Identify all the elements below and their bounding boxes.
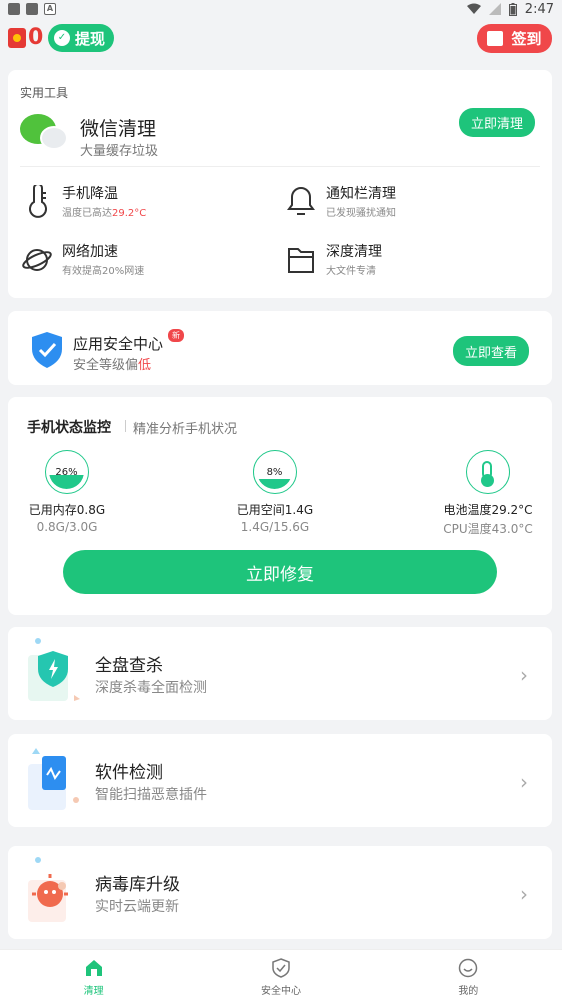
nav-mine[interactable]: 我的: [375, 950, 562, 999]
feature-desc: 智能扫描恶意插件: [95, 787, 207, 803]
nav-label: 我的: [458, 986, 479, 997]
app-notification-icon: [26, 3, 38, 15]
monitor-subtitle: 精准分析手机状况: [133, 422, 238, 437]
feature-full-scan[interactable]: 全盘查杀 深度杀毒全面检测 ›: [8, 627, 552, 720]
repair-now-button[interactable]: 立即修复: [63, 550, 497, 594]
new-badge: 新: [168, 329, 184, 342]
tool-name: 通知栏清理: [326, 186, 396, 202]
memory-gauge: 26%: [45, 450, 89, 494]
security-level: 安全等级偏低: [73, 358, 152, 373]
tool-desc: 温度已高达29.2°C: [62, 208, 147, 219]
storage-percent: 8%: [266, 467, 283, 478]
tool-notification-clean[interactable]: 通知栏清理 已发现骚扰通知: [286, 183, 526, 223]
wechat-clean-title[interactable]: 微信清理: [80, 114, 156, 141]
tool-deep-clean[interactable]: 深度清理 大文件专清: [286, 241, 526, 281]
title-separator: [125, 420, 126, 432]
chevron-right-icon: ›: [520, 663, 528, 687]
battery-temp: 电池温度29.2°C: [443, 503, 533, 517]
planet-icon: [22, 249, 52, 271]
bell-icon: [287, 186, 315, 215]
thermometer-icon: [29, 185, 47, 218]
cpu-temp: CPU温度43.0°C: [443, 522, 533, 536]
battery-icon: [508, 2, 517, 16]
security-center-card[interactable]: 应用安全中心 新 安全等级偏低 立即查看: [8, 311, 552, 385]
signin-label: 签到: [511, 30, 542, 48]
shield-icon: [272, 958, 290, 978]
check-icon: ✓: [54, 30, 70, 46]
memory-total: 0.8G/3.0G: [36, 520, 98, 534]
home-icon: [85, 960, 102, 976]
feature-desc: 实时云端更新: [95, 899, 179, 915]
folder-icon: [288, 248, 314, 273]
feature-name: 病毒库升级: [95, 875, 180, 895]
feature-name: 软件检测: [95, 763, 163, 783]
monitor-title: 手机状态监控: [27, 420, 111, 436]
bottom-navigation: 清理 安全中心 我的: [0, 949, 562, 999]
memory-used: 已用内存0.8G: [28, 503, 106, 517]
divider: [20, 166, 540, 167]
nav-label: 清理: [83, 986, 104, 997]
nav-label: 安全中心: [260, 986, 301, 997]
a-notification-icon: A: [44, 3, 56, 15]
app-notification-icon: [8, 3, 20, 15]
status-bar: A 2:47: [0, 0, 562, 18]
smile-icon: [459, 958, 478, 978]
section-title: 实用工具: [20, 86, 69, 100]
thermometer-icon: [466, 450, 510, 494]
shield-bolt-icon: [28, 638, 80, 701]
storage-used: 已用空间1.4G: [236, 503, 314, 517]
feature-desc: 深度杀毒全面检测: [95, 680, 207, 696]
storage-total: 1.4G/15.6G: [240, 520, 310, 534]
memory-percent: 26%: [55, 467, 78, 478]
security-title: 应用安全中心: [73, 335, 164, 353]
tool-name: 手机降温: [62, 186, 118, 202]
top-bar: 0 ✓ 提现 签到: [0, 22, 562, 56]
virus-icon: [28, 857, 68, 922]
tool-desc: 大文件专清: [326, 266, 376, 277]
wechat-icon: [20, 112, 70, 156]
withdraw-button[interactable]: ✓ 提现: [48, 24, 114, 52]
notification-icons: A: [8, 3, 56, 15]
clean-now-button[interactable]: 立即清理: [459, 108, 535, 137]
clock: 2:47: [524, 1, 554, 17]
signin-button[interactable]: 签到: [477, 24, 552, 53]
phone-scan-icon: [28, 748, 79, 810]
tool-desc: 有效提高20%网速: [62, 266, 145, 277]
tools-card: 实用工具 微信清理 大量缓存垃圾 立即清理 手机降温 温度已高达29.2°C 通…: [8, 70, 552, 298]
coin-count: 0: [28, 25, 44, 50]
phone-status-card: 手机状态监控 精准分析手机状况 26% 已用内存0.8G 0.8G/3.0G 8…: [8, 397, 552, 615]
calendar-icon: [487, 31, 504, 46]
tool-network-boost[interactable]: 网络加速 有效提高20%网速: [22, 241, 262, 281]
storage-gauge: 8%: [253, 450, 297, 494]
withdraw-label: 提现: [75, 29, 106, 48]
feature-name: 全盘查杀: [95, 656, 163, 676]
shield-check-icon: [32, 332, 62, 368]
chevron-right-icon: ›: [520, 770, 528, 794]
no-signal-icon: [488, 3, 501, 15]
feature-virus-db-update[interactable]: 病毒库升级 实时云端更新 ›: [8, 846, 552, 939]
tool-phone-cooling[interactable]: 手机降温 温度已高达29.2°C: [22, 183, 262, 223]
nav-security-center[interactable]: 安全中心: [187, 950, 374, 999]
feature-app-check[interactable]: 软件检测 智能扫描恶意插件 ›: [8, 734, 552, 827]
view-now-button[interactable]: 立即查看: [453, 336, 529, 366]
red-packet-icon[interactable]: [8, 28, 26, 48]
wifi-icon: [466, 3, 481, 14]
system-icons: 2:47: [466, 1, 554, 17]
nav-clean[interactable]: 清理: [0, 950, 187, 999]
tool-name: 网络加速: [62, 244, 118, 260]
wechat-clean-subtitle: 大量缓存垃圾: [80, 144, 159, 159]
tool-name: 深度清理: [326, 244, 382, 260]
chevron-right-icon: ›: [520, 882, 528, 906]
tool-desc: 已发现骚扰通知: [326, 208, 396, 219]
